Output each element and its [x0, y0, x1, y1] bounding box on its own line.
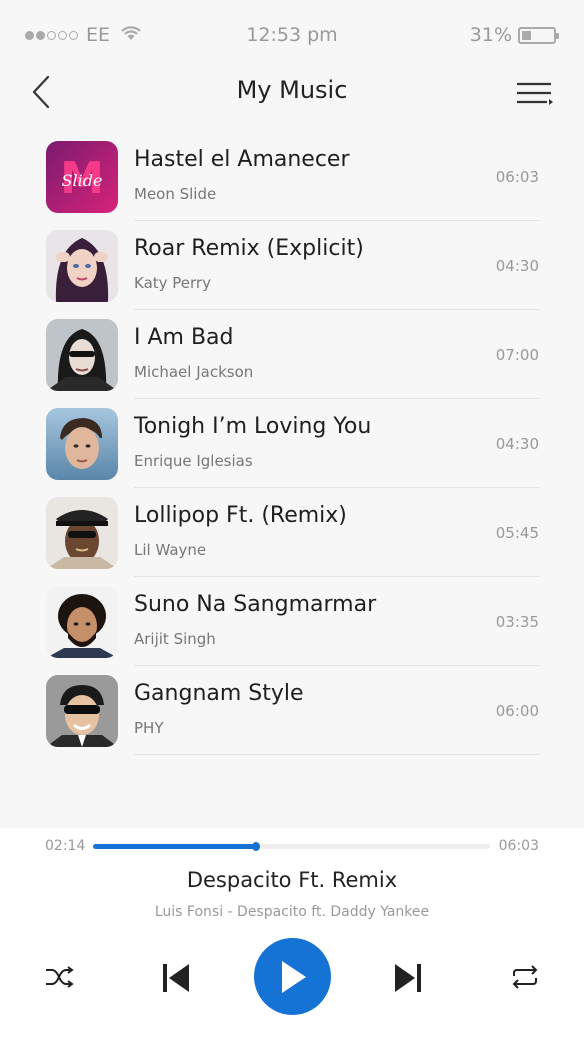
- shuffle-button[interactable]: [40, 958, 78, 996]
- menu-icon: [517, 82, 553, 105]
- track-title: Gangnam Style: [134, 681, 304, 706]
- track-artist: Enrique Iglesias: [134, 452, 253, 470]
- track-title: Suno Na Sangmarmar: [134, 592, 377, 617]
- now-playing-artist: Luis Fonsi - Despacito ft. Daddy Yankee: [154, 904, 430, 920]
- previous-button[interactable]: [156, 958, 196, 998]
- track-duration: 07:00: [495, 346, 539, 364]
- track-title: Lollipop Ft. (Remix): [134, 503, 347, 528]
- svg-text:Slide: Slide: [62, 171, 103, 190]
- divider: [134, 754, 539, 755]
- track-title: Hastel el Amanecer: [134, 147, 350, 172]
- track-row[interactable]: Gangnam Style PHY 06:00: [0, 666, 584, 755]
- skip-next-icon: [395, 964, 421, 992]
- play-button[interactable]: [254, 938, 331, 1015]
- track-artist: Lil Wayne: [134, 541, 207, 559]
- track-artist: Meon Slide: [134, 185, 217, 203]
- track-title: I Am Bad: [134, 325, 234, 350]
- track-duration: 06:00: [495, 702, 539, 720]
- progress-fill: [93, 844, 256, 849]
- status-right: 31%: [469, 24, 559, 46]
- album-cover: [46, 408, 118, 480]
- status-bar: EE 12:53 pm 31%: [0, 0, 584, 70]
- progress-slider[interactable]: [93, 842, 490, 851]
- skip-previous-icon: [163, 964, 189, 992]
- page-title: My Music: [236, 76, 348, 104]
- album-cover: [46, 497, 118, 569]
- album-cover: M Slide: [46, 141, 118, 213]
- track-row[interactable]: Suno Na Sangmarmar Arijit Singh 03:35: [0, 577, 584, 666]
- now-playing-title: Despacito Ft. Remix: [186, 868, 398, 892]
- track-row[interactable]: I Am Bad Michael Jackson 07:00: [0, 310, 584, 399]
- total-time: 06:03: [498, 838, 539, 854]
- album-cover: [46, 675, 118, 747]
- track-artist: Michael Jackson: [134, 363, 254, 381]
- menu-button[interactable]: [516, 78, 554, 108]
- next-button[interactable]: [388, 958, 428, 998]
- track-artist: Arijit Singh: [134, 630, 216, 648]
- track-row[interactable]: Tonigh I’m Loving You Enrique Iglesias 0…: [0, 399, 584, 488]
- track-title: Roar Remix (Explicit): [134, 236, 364, 261]
- track-duration: 05:45: [495, 524, 539, 542]
- shuffle-icon: [46, 966, 74, 988]
- track-list: M Slide Hastel el Amanecer Meon Slide 06:…: [0, 132, 584, 755]
- header: My Music: [0, 70, 584, 130]
- track-row[interactable]: Lollipop Ft. (Remix) Lil Wayne 05:45: [0, 488, 584, 577]
- album-cover: [46, 230, 118, 302]
- repeat-icon: [512, 965, 538, 989]
- battery-icon: [518, 26, 559, 44]
- play-icon: [281, 960, 306, 993]
- now-playing-bar: 02:14 06:03 Despacito Ft. Remix Luis Fon…: [0, 828, 584, 1040]
- track-duration: 03:35: [495, 613, 539, 631]
- album-cover: [46, 319, 118, 391]
- track-duration: 04:30: [495, 257, 539, 275]
- track-duration: 04:30: [495, 435, 539, 453]
- track-artist: PHY: [134, 719, 164, 737]
- battery-percent: 31%: [469, 24, 512, 46]
- repeat-button[interactable]: [506, 958, 544, 996]
- track-title: Tonigh I’m Loving You: [134, 414, 372, 439]
- track-row[interactable]: Roar Remix (Explicit) Katy Perry 04:30: [0, 221, 584, 310]
- track-row[interactable]: M Slide Hastel el Amanecer Meon Slide 06:…: [0, 132, 584, 221]
- progress-handle[interactable]: [251, 842, 260, 851]
- track-duration: 06:03: [495, 168, 539, 186]
- album-cover: [46, 586, 118, 658]
- elapsed-time: 02:14: [45, 838, 86, 854]
- track-artist: Katy Perry: [134, 274, 211, 292]
